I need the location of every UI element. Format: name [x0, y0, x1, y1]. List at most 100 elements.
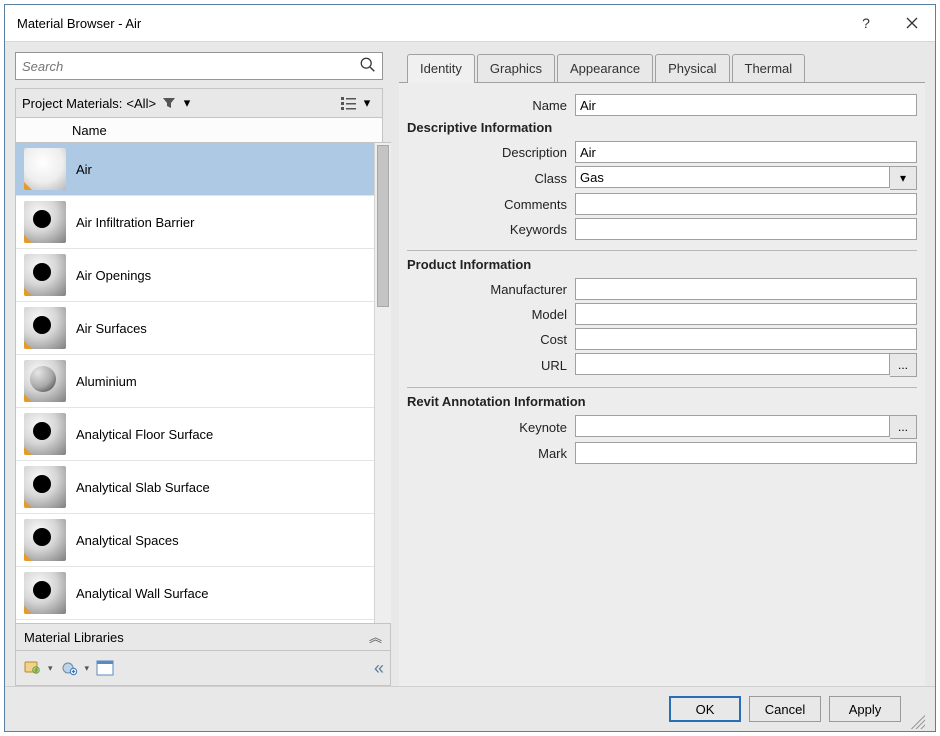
- tab-appearance[interactable]: Appearance: [557, 54, 653, 82]
- material-list-wrap: Air Air Infiltration Barrier Air Openings A…: [15, 142, 391, 623]
- tab-identity[interactable]: Identity: [407, 54, 475, 83]
- help-icon: ?: [862, 15, 870, 31]
- project-materials-scope: <All>: [126, 96, 156, 111]
- material-row[interactable]: Air Surfaces: [16, 302, 374, 355]
- chevron-down-icon[interactable]: ▾: [358, 94, 376, 112]
- row-class: Class ▾: [407, 166, 917, 190]
- chevron-down-icon[interactable]: ▾: [178, 94, 196, 112]
- material-libraries-label: Material Libraries: [24, 630, 124, 645]
- material-row[interactable]: Aluminium: [16, 355, 374, 408]
- tab-graphics[interactable]: Graphics: [477, 54, 555, 82]
- input-mark[interactable]: [575, 442, 917, 464]
- filter-icon[interactable]: [160, 94, 178, 112]
- input-cost[interactable]: [575, 328, 917, 350]
- material-name: Air Infiltration Barrier: [76, 215, 194, 230]
- input-name[interactable]: [575, 94, 917, 116]
- input-url[interactable]: [575, 353, 890, 375]
- keynote-browse-button[interactable]: ...: [890, 415, 917, 439]
- search-input[interactable]: [15, 52, 383, 80]
- input-keywords[interactable]: [575, 218, 917, 240]
- apply-button[interactable]: Apply: [829, 696, 901, 722]
- resize-grip-icon[interactable]: [909, 713, 925, 729]
- material-name: Air: [76, 162, 92, 177]
- identity-form: Name Descriptive Information Description…: [399, 83, 925, 686]
- column-name: Name: [72, 123, 107, 138]
- section-product: Product Information: [407, 250, 917, 272]
- material-name: Analytical Slab Surface: [76, 480, 210, 495]
- list-column-header[interactable]: Name: [15, 118, 383, 142]
- content-area: Project Materials: <All> ▾ ▾ Name: [5, 42, 935, 686]
- input-manufacturer[interactable]: [575, 278, 917, 300]
- label-manufacturer: Manufacturer: [407, 282, 575, 297]
- dialog-window: Material Browser - Air ? Project Materia…: [4, 4, 936, 732]
- input-keynote[interactable]: [575, 415, 890, 437]
- help-button[interactable]: ?: [843, 5, 889, 41]
- row-model: Model: [407, 303, 917, 325]
- tab-bar: Identity Graphics Appearance Physical Th…: [399, 52, 925, 83]
- view-list-icon[interactable]: [340, 94, 358, 112]
- project-materials-header[interactable]: Project Materials: <All> ▾ ▾: [15, 88, 383, 118]
- material-name: Air Surfaces: [76, 321, 147, 336]
- section-descriptive: Descriptive Information: [407, 120, 917, 135]
- class-dropdown-button[interactable]: ▾: [890, 166, 917, 190]
- row-manufacturer: Manufacturer: [407, 278, 917, 300]
- material-name: Analytical Spaces: [76, 533, 179, 548]
- row-description: Description: [407, 141, 917, 163]
- label-model: Model: [407, 307, 575, 322]
- close-button[interactable]: [889, 5, 935, 41]
- url-browse-button[interactable]: ...: [890, 353, 917, 377]
- material-thumbnail: [24, 413, 66, 455]
- material-thumbnail: [24, 201, 66, 243]
- input-comments[interactable]: [575, 193, 917, 215]
- tab-physical[interactable]: Physical: [655, 54, 729, 82]
- right-panel: Identity Graphics Appearance Physical Th…: [391, 42, 935, 686]
- material-thumbnail: [24, 466, 66, 508]
- material-thumbnail: [24, 572, 66, 614]
- material-thumbnail: [24, 148, 66, 190]
- open-editor-icon[interactable]: [95, 658, 115, 678]
- row-comments: Comments: [407, 193, 917, 215]
- chevron-down-icon[interactable]: ▾: [85, 663, 90, 674]
- row-keynote: Keynote ...: [407, 415, 917, 439]
- material-name: Analytical Floor Surface: [76, 427, 213, 442]
- material-row[interactable]: Air Infiltration Barrier: [16, 196, 374, 249]
- material-row[interactable]: Analytical Floor Surface: [16, 408, 374, 461]
- collapse-left-icon[interactable]: «: [374, 658, 384, 679]
- scrollbar[interactable]: [374, 143, 391, 623]
- ok-button[interactable]: OK: [669, 696, 741, 722]
- expand-up-icon[interactable]: ︽: [369, 633, 382, 642]
- cancel-button[interactable]: Cancel: [749, 696, 821, 722]
- bottom-toolbar: ▾ ▾ «: [15, 651, 391, 686]
- label-url: URL: [407, 358, 575, 373]
- left-panel: Project Materials: <All> ▾ ▾ Name: [5, 42, 391, 686]
- material-row[interactable]: Air: [16, 143, 374, 196]
- row-name: Name: [407, 94, 917, 116]
- material-name: Air Openings: [76, 268, 151, 283]
- label-mark: Mark: [407, 446, 575, 461]
- material-row[interactable]: Analytical Spaces: [16, 514, 374, 567]
- section-revit: Revit Annotation Information: [407, 387, 917, 409]
- search-icon[interactable]: [359, 56, 377, 74]
- dialog-footer: OK Cancel Apply: [5, 686, 935, 731]
- library-options-icon[interactable]: [22, 658, 42, 678]
- row-mark: Mark: [407, 442, 917, 464]
- label-description: Description: [407, 145, 575, 160]
- material-libraries-header[interactable]: Material Libraries ︽: [15, 623, 391, 651]
- chevron-down-icon[interactable]: ▾: [48, 663, 53, 674]
- label-comments: Comments: [407, 197, 575, 212]
- titlebar: Material Browser - Air ?: [5, 5, 935, 42]
- input-class[interactable]: [575, 166, 890, 188]
- material-row[interactable]: Air Openings: [16, 249, 374, 302]
- input-model[interactable]: [575, 303, 917, 325]
- material-list[interactable]: Air Air Infiltration Barrier Air Openings A…: [16, 143, 374, 623]
- material-row[interactable]: Analytical Slab Surface: [16, 461, 374, 514]
- material-thumbnail: [24, 307, 66, 349]
- material-row[interactable]: Analytical Wall Surface: [16, 567, 374, 620]
- window-title: Material Browser - Air: [17, 16, 843, 31]
- input-description[interactable]: [575, 141, 917, 163]
- tab-thermal[interactable]: Thermal: [732, 54, 806, 82]
- new-material-icon[interactable]: [59, 658, 79, 678]
- scrollbar-thumb[interactable]: [377, 145, 389, 307]
- label-class: Class: [407, 171, 575, 186]
- material-thumbnail: [24, 519, 66, 561]
